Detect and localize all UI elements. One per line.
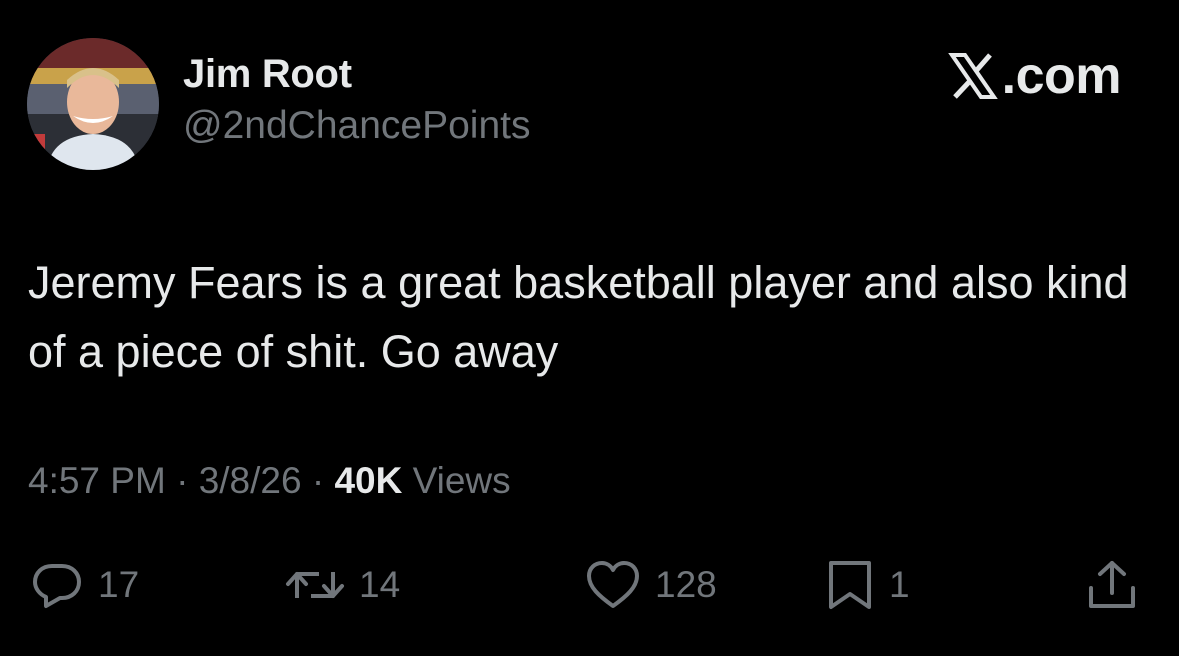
avatar-photo [27,38,159,170]
repost-count: 14 [359,564,401,605]
repost-arrows-icon [285,558,345,612]
author-display-name[interactable]: Jim Root [183,52,352,97]
bookmark-count: 1 [889,564,910,605]
reply-button[interactable]: 17 [30,558,139,612]
author-handle[interactable]: @2ndChancePoints [183,104,530,148]
bookmark-icon [825,558,875,612]
tweet-time[interactable]: 4:57 PM [28,460,166,501]
brand-domain-label: .com [1001,47,1122,105]
tweet-date[interactable]: 3/8/26 [199,460,302,501]
like-button[interactable]: 128 [585,558,717,612]
share-upload-icon [1085,558,1139,612]
x-logo-icon [947,51,998,101]
bookmark-button[interactable]: 1 [825,558,910,612]
repost-button[interactable]: 14 [285,558,400,612]
share-button[interactable] [1085,558,1139,612]
like-count: 128 [655,564,717,605]
meta-separator: · [165,460,199,501]
avatar[interactable] [27,38,159,170]
reply-count: 17 [98,564,140,605]
action-bar: 17 14 128 1 [0,558,1179,612]
tweet-text: Jeremy Fears is a great basketball playe… [28,257,1129,377]
reply-bubble-icon [30,558,84,612]
meta-separator: · [301,460,335,501]
views-label: Views [402,460,511,501]
views-count: 40K [334,460,403,501]
heart-icon [585,558,641,612]
tweet-meta: 4:57 PM · 3/8/26 · 40K Views [28,460,511,502]
x-brand-logo: .com [947,46,1122,106]
